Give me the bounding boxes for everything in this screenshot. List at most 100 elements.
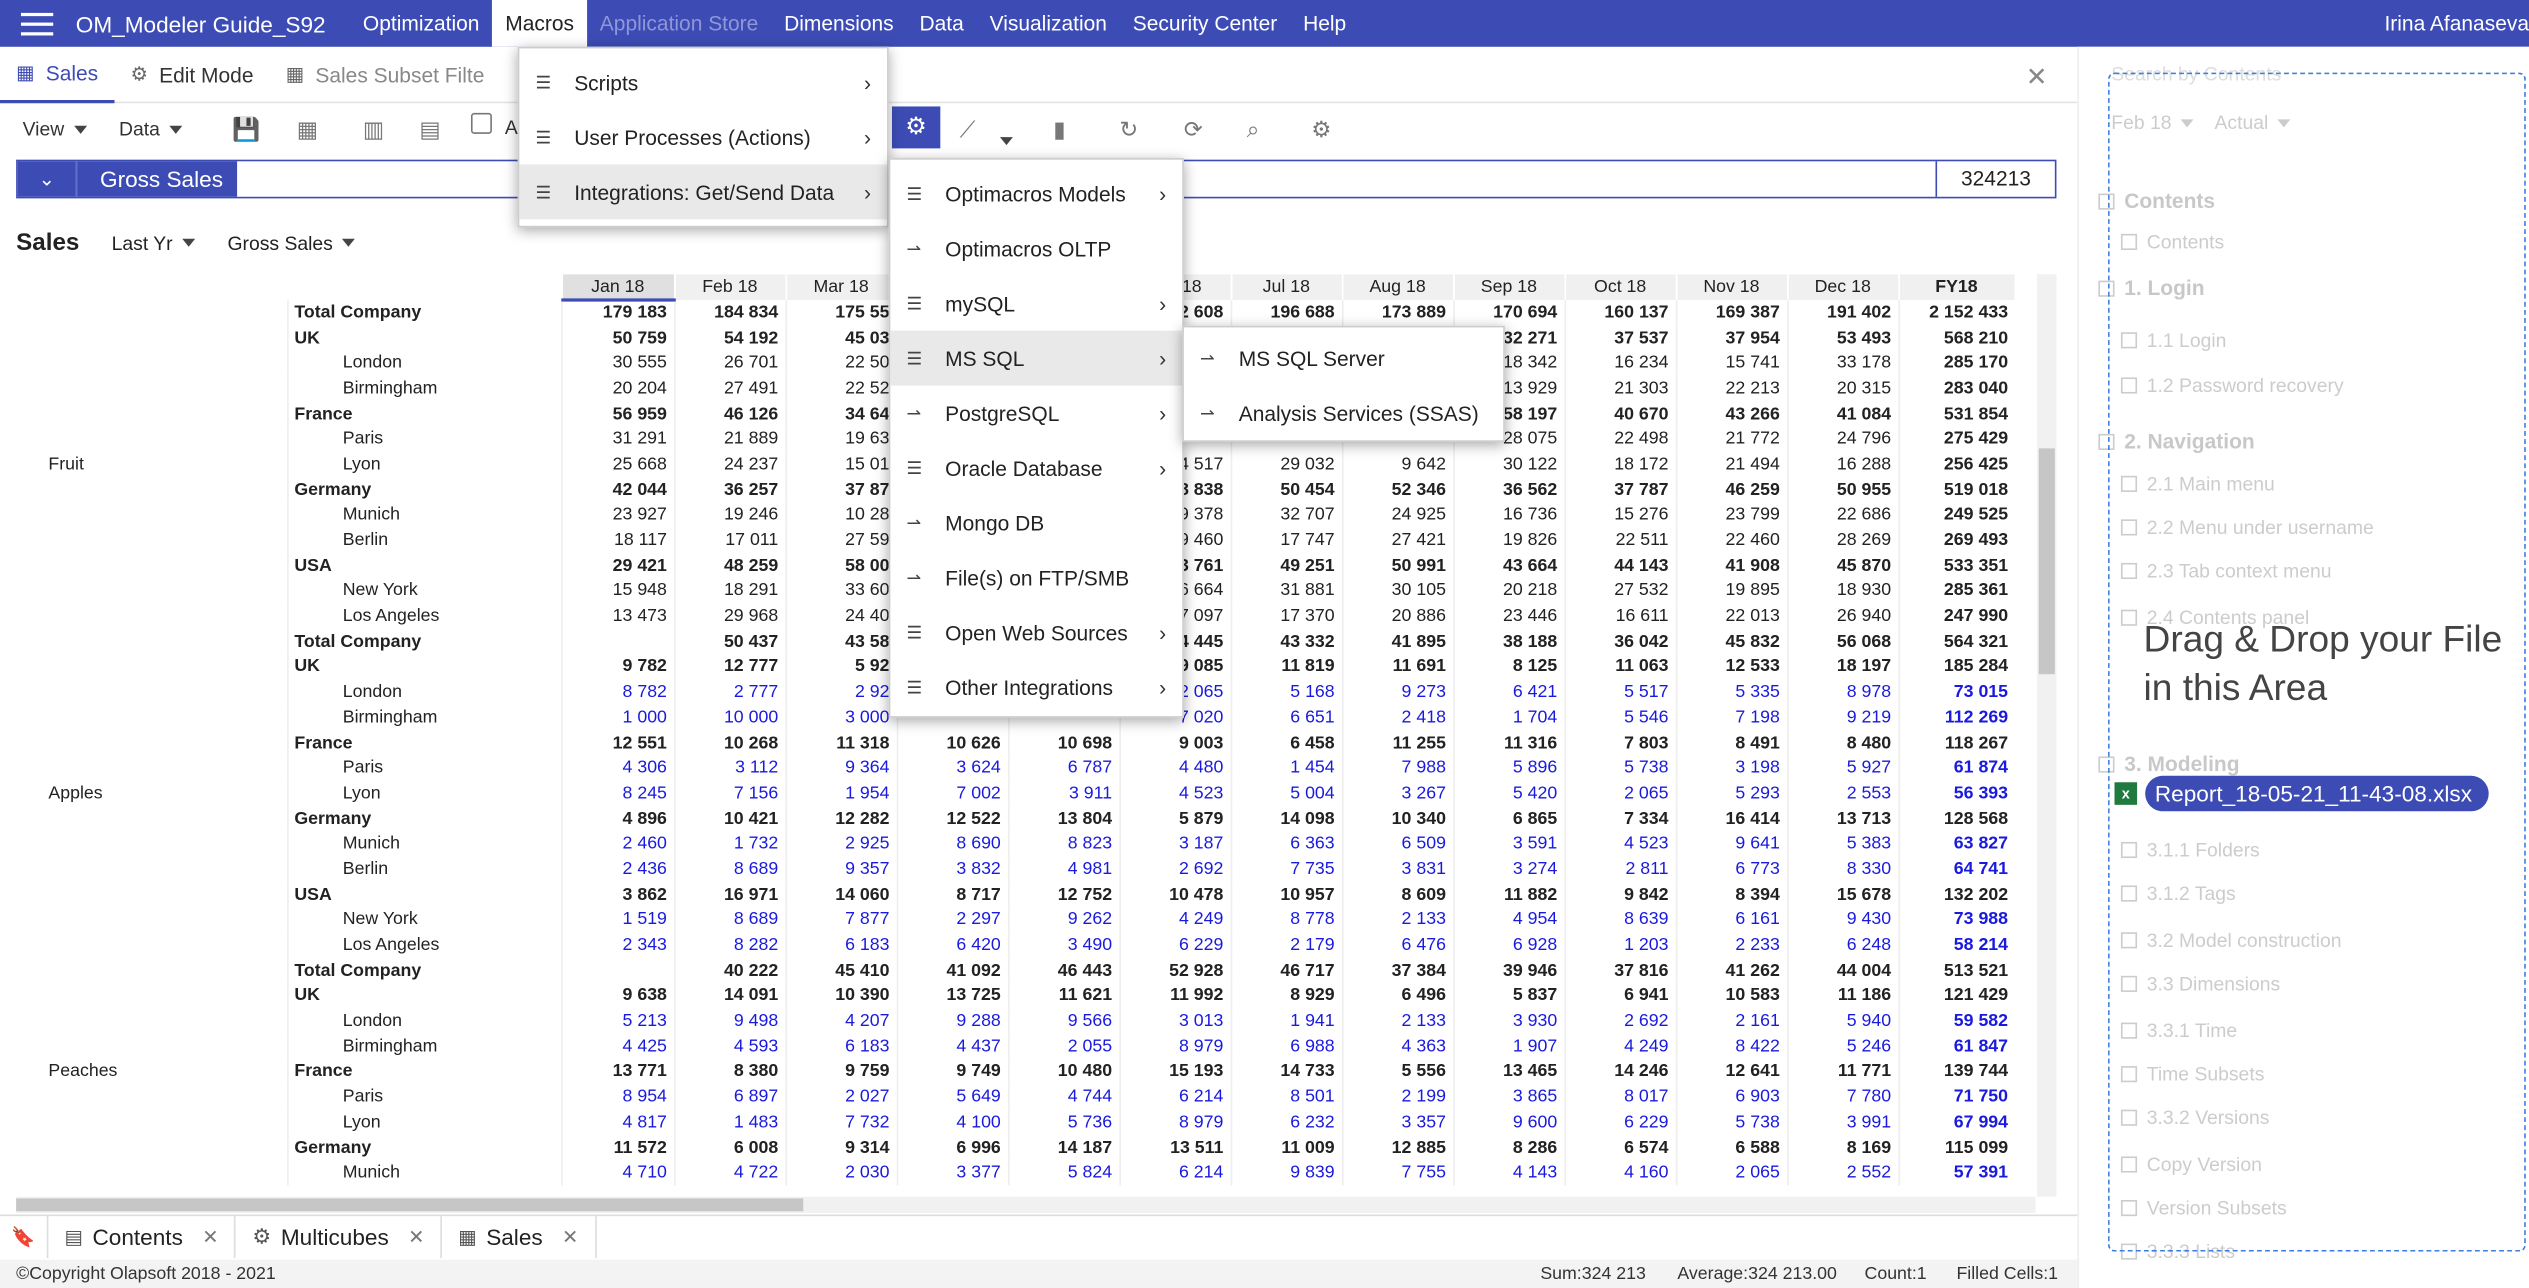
menu-optimization[interactable]: Optimization	[350, 0, 492, 47]
data-cell[interactable]: 6 420	[895, 932, 1009, 958]
data-cell[interactable]: 2 92	[784, 679, 897, 705]
data-cell[interactable]: 9 288	[895, 1008, 1009, 1034]
data-cell[interactable]: 8 394	[1674, 881, 1788, 908]
data-cell[interactable]: 46 126	[673, 401, 786, 427]
data-cell[interactable]: 31 291	[560, 426, 675, 452]
data-cell[interactable]: 19 246	[673, 502, 786, 528]
menu-item-other-integrations[interactable]: ☰ Other Integrations ›	[890, 660, 1182, 715]
data-cell[interactable]: 519 018	[1897, 477, 2015, 503]
data-cell[interactable]: 4 981	[1007, 856, 1120, 882]
data-cell[interactable]: 23 927	[560, 502, 675, 528]
data-cell[interactable]: 2 065	[1563, 780, 1676, 807]
data-cell[interactable]: 11 771	[1786, 1059, 1899, 1085]
data-cell[interactable]: 8 823	[1007, 831, 1120, 857]
data-cell[interactable]: 3 991	[1786, 1109, 1899, 1135]
data-cell[interactable]: 9 749	[895, 1059, 1009, 1085]
data-cell[interactable]: 5 940	[1786, 1008, 1899, 1034]
data-cell[interactable]: 564 321	[1897, 628, 2015, 655]
data-cell[interactable]: 5 246	[1786, 1033, 1899, 1060]
data-cell[interactable]: 36 042	[1563, 628, 1676, 655]
data-cell[interactable]: 16 234	[1563, 350, 1676, 376]
data-cell[interactable]: 8 501	[1229, 1084, 1342, 1110]
data-cell[interactable]: 18 930	[1786, 578, 1899, 604]
data-cell[interactable]: 10 626	[895, 730, 1009, 756]
data-cell[interactable]: 12 522	[895, 806, 1009, 832]
data-cell[interactable]: 7 732	[784, 1109, 897, 1135]
data-cell[interactable]: 6 496	[1341, 983, 1454, 1009]
user-menu[interactable]: Irina Afanaseva	[2384, 0, 2529, 47]
horizontal-scrollbar[interactable]	[16, 1196, 2036, 1213]
close-icon[interactable]: ✕	[562, 1225, 578, 1248]
data-cell[interactable]: 27 532	[1563, 578, 1676, 604]
data-cell[interactable]: 6 232	[1229, 1109, 1342, 1135]
chart-caret-icon[interactable]	[999, 124, 1013, 150]
data-cell[interactable]: 4 744	[1007, 1084, 1120, 1110]
data-cell[interactable]: 19 63	[784, 426, 897, 452]
data-cell[interactable]: 22 511	[1563, 527, 1676, 554]
data-cell[interactable]: 8 689	[673, 907, 786, 933]
data-cell[interactable]: 22 498	[1563, 426, 1676, 452]
data-cell[interactable]: 3 013	[1118, 1008, 1231, 1034]
vertical-scrollbar[interactable]	[2037, 274, 2057, 1197]
data-cell[interactable]: 18 291	[673, 578, 786, 604]
data-cell[interactable]: 10 268	[673, 730, 786, 756]
data-cell[interactable]: 23 446	[1452, 603, 1565, 629]
data-cell[interactable]: 20 886	[1341, 603, 1454, 629]
data-cell[interactable]: 73 015	[1897, 679, 2015, 705]
data-cell[interactable]: 4 817	[560, 1109, 675, 1135]
column-header[interactable]: Oct 18	[1564, 274, 1677, 300]
data-cell[interactable]: 4 160	[1563, 1160, 1676, 1186]
data-cell[interactable]: 513 521	[1897, 957, 2015, 984]
data-cell[interactable]: 6 008	[673, 1134, 786, 1161]
data-cell[interactable]: 41 262	[1674, 957, 1788, 984]
data-cell[interactable]: 3 112	[673, 755, 786, 781]
close-icon[interactable]: ✕	[202, 1225, 218, 1248]
data-cell[interactable]: 8 689	[673, 856, 786, 882]
data-cell[interactable]: 13 713	[1786, 806, 1899, 832]
data-cell[interactable]: 8 480	[1786, 730, 1899, 756]
data-cell[interactable]: 1 954	[784, 780, 897, 807]
data-cell[interactable]: 6 421	[1452, 679, 1565, 705]
menu-item-user-processes[interactable]: ☰ User Processes (Actions) ›	[519, 110, 887, 165]
data-cell[interactable]: 29 421	[560, 553, 675, 579]
data-cell[interactable]: 52 928	[1118, 957, 1231, 984]
row-label[interactable]: Lyon	[286, 780, 562, 807]
data-cell[interactable]: 10 957	[1229, 881, 1342, 908]
data-cell[interactable]: 18 117	[560, 527, 675, 554]
data-cell[interactable]: 3 832	[895, 856, 1009, 882]
data-cell[interactable]: 4 207	[784, 1008, 897, 1034]
menu-security-center[interactable]: Security Center	[1120, 0, 1290, 47]
data-cell[interactable]: 29 032	[1229, 451, 1342, 478]
data-cell[interactable]: 249 525	[1897, 502, 2015, 528]
row-label[interactable]: Los Angeles	[286, 603, 562, 629]
menu-item-file-s-on-ftp-smb[interactable]: ⇀ File(s) on FTP/SMB	[890, 550, 1182, 605]
data-cell[interactable]: 64 741	[1897, 856, 2015, 882]
row-label[interactable]: USA	[286, 881, 562, 908]
data-cell[interactable]: 14 091	[673, 983, 786, 1009]
data-cell[interactable]: 30 105	[1341, 578, 1454, 604]
data-cell[interactable]: 30 122	[1452, 451, 1565, 478]
data-cell[interactable]	[560, 628, 675, 655]
data-cell[interactable]: 160 137	[1563, 299, 1676, 326]
data-cell[interactable]: 8 978	[1786, 679, 1899, 705]
data-cell[interactable]: 30 555	[560, 350, 675, 376]
data-cell[interactable]: 19 895	[1674, 578, 1788, 604]
data-cell[interactable]: 9 219	[1786, 704, 1899, 731]
data-cell[interactable]: 10 583	[1674, 983, 1788, 1009]
data-cell[interactable]: 139 744	[1897, 1059, 2015, 1085]
bottom-tab-multicubes[interactable]: ⚙ Multicubes ✕	[236, 1215, 443, 1258]
data-cell[interactable]: 52 346	[1341, 477, 1454, 503]
data-cell[interactable]: 5 556	[1341, 1059, 1454, 1085]
data-cell[interactable]: 41 092	[895, 957, 1009, 984]
data-cell[interactable]: 3 274	[1452, 856, 1565, 882]
data-cell[interactable]: 2 811	[1563, 856, 1676, 882]
data-cell[interactable]: 12 533	[1674, 654, 1788, 680]
menu-item-optimacros-models[interactable]: ☰ Optimacros Models ›	[890, 166, 1182, 221]
data-cell[interactable]: 6 214	[1118, 1160, 1231, 1186]
data-cell[interactable]: 13 465	[1452, 1059, 1565, 1085]
macros-gear-button[interactable]: ⚙	[891, 106, 941, 149]
data-cell[interactable]: 5 837	[1452, 983, 1565, 1009]
data-cell[interactable]: 17 011	[673, 527, 786, 554]
data-cell[interactable]: 8 979	[1118, 1033, 1231, 1060]
data-cell[interactable]: 2 133	[1341, 1008, 1454, 1034]
